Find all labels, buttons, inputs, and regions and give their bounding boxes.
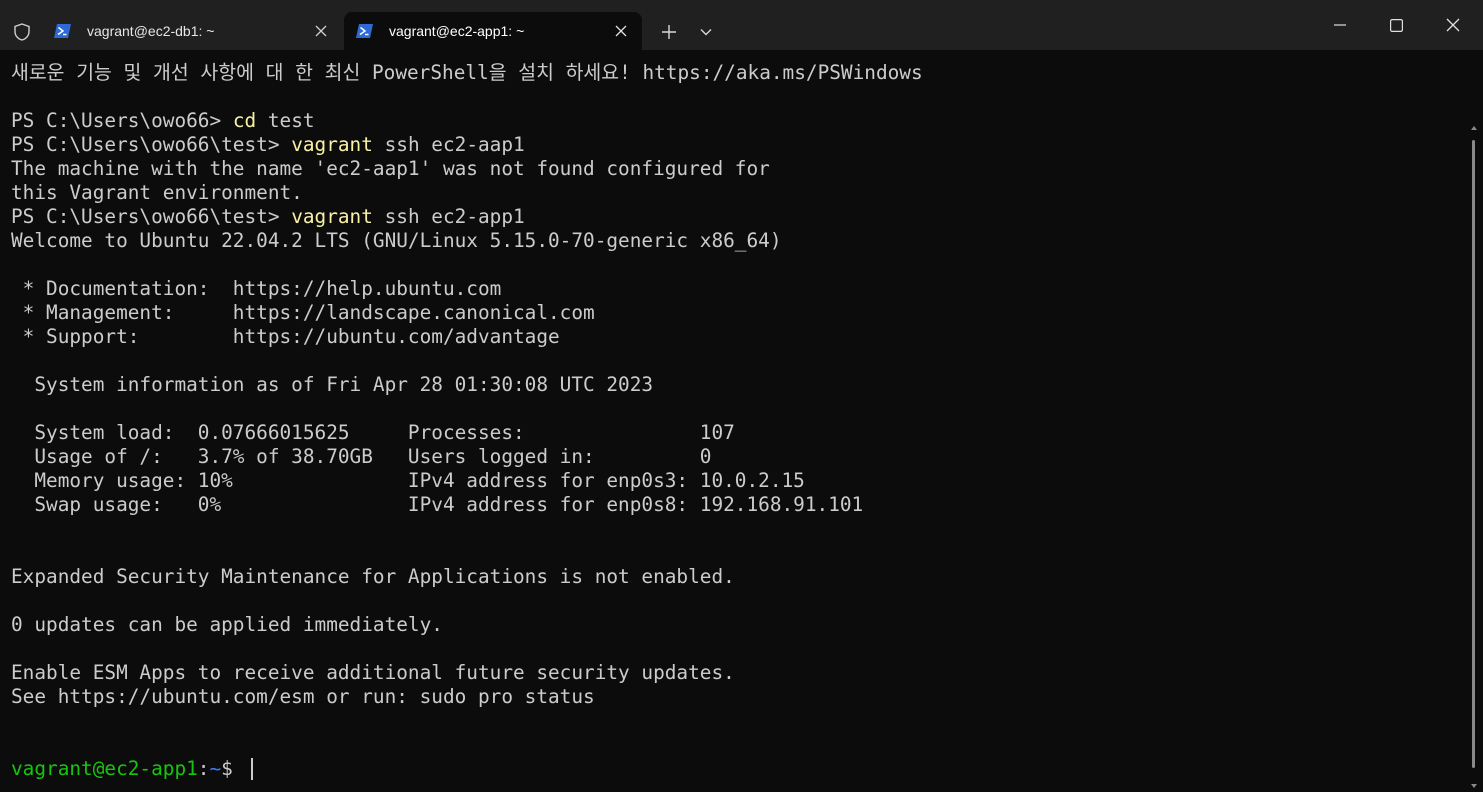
shield-icon [8, 18, 36, 46]
documentation-line: * Documentation: https://help.ubuntu.com [11, 277, 502, 300]
system-stat-line: Memory usage: 10% IPv4 address for enp0s… [11, 469, 805, 492]
scroll-up-arrow-icon[interactable] [1471, 118, 1477, 130]
esm-status-line: Expanded Security Maintenance for Applic… [11, 565, 735, 588]
powershell-icon [54, 23, 72, 39]
tab-title: vagrant@ec2-app1: ~ [389, 23, 525, 39]
text-cursor [251, 758, 253, 780]
title-bar: vagrant@ec2-db1: ~ vagrant@ec2-app1: ~ [0, 0, 1483, 50]
system-stat-line: Usage of /: 3.7% of 38.70GB Users logged… [11, 445, 712, 468]
plus-icon [662, 25, 676, 39]
command-line: PS C:\Users\owo66> cd test [11, 109, 315, 133]
command-keyword: cd [232, 109, 257, 132]
prompt-user-host: vagrant@ec2-app1 [11, 757, 198, 780]
scroll-down-arrow-icon[interactable] [1471, 776, 1477, 788]
command-line: PS C:\Users\owo66\test> vagrant ssh ec2-… [11, 205, 525, 229]
terminal-window: vagrant@ec2-db1: ~ vagrant@ec2-app1: ~ 새… [0, 0, 1483, 792]
error-line: The machine with the name 'ec2-aap1' was… [11, 157, 770, 180]
tab-ec2-app1[interactable]: vagrant@ec2-app1: ~ [344, 12, 642, 50]
system-info-header: System information as of Fri Apr 28 01:3… [11, 373, 654, 396]
prompt-separator: : [197, 757, 210, 780]
install-banner: 새로운 기능 및 개선 사항에 대 한 최신 PowerShell을 설치 하세… [11, 61, 923, 84]
system-stat-line: Swap usage: 0% IPv4 address for enp0s8: … [11, 493, 864, 516]
management-line: * Management: https://landscape.canonica… [11, 301, 595, 324]
enable-esm-line: Enable ESM Apps to receive additional fu… [11, 661, 735, 684]
close-icon[interactable] [614, 24, 628, 38]
updates-line: 0 updates can be applied immediately. [11, 613, 443, 636]
maximize-button[interactable] [1368, 0, 1424, 50]
ps-prompt: PS C:\Users\owo66\test> [11, 205, 292, 228]
new-tab-button[interactable] [654, 20, 684, 44]
minimize-icon [1334, 24, 1346, 26]
ps-prompt: PS C:\Users\owo66\test> [11, 133, 292, 156]
chevron-down-icon [700, 29, 712, 36]
close-icon[interactable] [314, 24, 328, 38]
window-close-button[interactable] [1425, 0, 1481, 50]
terminal-output[interactable]: 새로운 기능 및 개선 사항에 대 한 최신 PowerShell을 설치 하세… [0, 51, 1470, 792]
maximize-icon [1389, 18, 1403, 32]
powershell-icon [356, 23, 374, 39]
error-line: this Vagrant environment. [11, 181, 303, 204]
see-esm-line: See https://ubuntu.com/esm or run: sudo … [11, 685, 595, 708]
support-line: * Support: https://ubuntu.com/advantage [11, 325, 560, 348]
tab-title: vagrant@ec2-db1: ~ [87, 23, 215, 39]
command-keyword: vagrant [291, 205, 373, 228]
command-args: ssh ec2-app1 [372, 205, 525, 228]
window-close-icon [1446, 18, 1460, 32]
shell-prompt: vagrant@ec2-app1:~$ [11, 757, 245, 781]
minimize-button[interactable] [1312, 0, 1368, 50]
ps-prompt: PS C:\Users\owo66> [11, 109, 233, 132]
command-line: PS C:\Users\owo66\test> vagrant ssh ec2-… [11, 133, 525, 157]
tab-dropdown-button[interactable] [692, 20, 720, 44]
prompt-path: ~ [209, 757, 222, 780]
command-args: test [256, 109, 315, 132]
command-keyword: vagrant [291, 133, 373, 156]
welcome-line: Welcome to Ubuntu 22.04.2 LTS (GNU/Linux… [11, 229, 782, 252]
system-stat-line: System load: 0.07666015625 Processes: 10… [11, 421, 735, 444]
prompt-symbol: $ [221, 757, 245, 780]
command-args: ssh ec2-aap1 [372, 133, 525, 156]
tab-ec2-db1[interactable]: vagrant@ec2-db1: ~ [42, 12, 342, 50]
scrollbar-thumb[interactable] [1472, 140, 1475, 768]
